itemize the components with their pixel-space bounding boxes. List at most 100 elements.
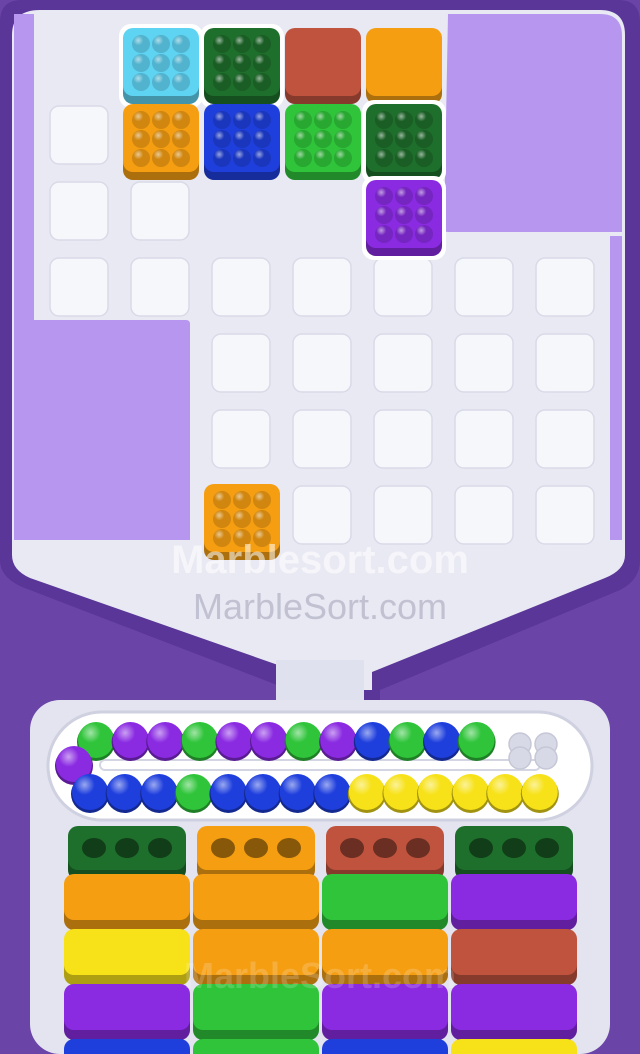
- board-slot[interactable]: [211, 257, 271, 317]
- block-marble-shine: [375, 111, 393, 129]
- bin-cup-hole: [406, 838, 430, 858]
- board-slot[interactable]: [535, 257, 595, 317]
- block-marble-shine: [253, 510, 271, 528]
- marble-shine: [320, 722, 357, 758]
- block-marble-shine: [233, 491, 251, 509]
- sorting-bin[interactable]: [193, 826, 319, 1054]
- marble-shine: [418, 774, 454, 810]
- block-marble-shine: [213, 54, 231, 72]
- cyan-marble-block[interactable]: [119, 24, 203, 108]
- block-marble-shine: [253, 73, 271, 91]
- block-marble-shine: [375, 187, 393, 205]
- block-marble-shine: [172, 130, 190, 148]
- dark-green-marble-block[interactable]: [200, 24, 284, 108]
- board-slot[interactable]: [373, 485, 433, 545]
- purple-tray: [64, 984, 190, 1030]
- bin-cup-hole: [277, 838, 301, 858]
- block-marble-shine: [132, 130, 150, 148]
- blue-marble-block[interactable]: [204, 104, 280, 180]
- board-slot[interactable]: [211, 409, 271, 469]
- marble-shine: [141, 774, 178, 810]
- block-marble-shine: [152, 111, 170, 129]
- block-marble-shine: [132, 73, 150, 91]
- sorting-bin[interactable]: [322, 826, 448, 1054]
- block-top: [285, 28, 361, 96]
- board-slot[interactable]: [49, 105, 109, 165]
- block-marble-shine: [253, 529, 271, 547]
- orange-marble-block[interactable]: [366, 28, 442, 104]
- block-marble-shine: [294, 130, 312, 148]
- block-marble-shine: [253, 54, 271, 72]
- board-slot[interactable]: [211, 333, 271, 393]
- block-marble-shine: [395, 111, 413, 129]
- sorting-bin[interactable]: [451, 826, 577, 1054]
- bin-cup-hole: [502, 838, 526, 858]
- block-marble-shine: [395, 225, 413, 243]
- marble-shine: [354, 722, 391, 758]
- brick-tray: [451, 929, 577, 975]
- block-marble-shine: [253, 149, 271, 167]
- board-slot[interactable]: [535, 333, 595, 393]
- brick-marble-block[interactable]: [285, 28, 361, 104]
- board-slot[interactable]: [292, 257, 352, 317]
- block-marble-shine: [375, 130, 393, 148]
- marble-shine: [285, 722, 322, 758]
- block-marble-shine: [233, 54, 251, 72]
- board-slot[interactable]: [292, 333, 352, 393]
- board-slot[interactable]: [130, 181, 190, 241]
- conveyor-divider: [99, 759, 541, 771]
- block-marble-shine: [152, 54, 170, 72]
- block-marble-shine: [253, 35, 271, 53]
- purple-tray: [322, 984, 448, 1030]
- dark-green-marble-block[interactable]: [362, 100, 446, 184]
- block-marble-shine: [395, 206, 413, 224]
- board-slot[interactable]: [373, 333, 433, 393]
- board-slot[interactable]: [535, 409, 595, 469]
- orange-marble-block[interactable]: [123, 104, 199, 180]
- board-slot[interactable]: [454, 409, 514, 469]
- block-marble-shine: [395, 149, 413, 167]
- block-marble-shine: [334, 130, 352, 148]
- board-slot[interactable]: [454, 257, 514, 317]
- board-slot[interactable]: [292, 485, 352, 545]
- board-slot[interactable]: [292, 409, 352, 469]
- block-marble-shine: [213, 73, 231, 91]
- marble-shine: [251, 722, 287, 758]
- board-slot[interactable]: [49, 257, 109, 317]
- bin-cup-hole: [148, 838, 172, 858]
- block-marble-shine: [172, 111, 190, 129]
- board-slot[interactable]: [373, 409, 433, 469]
- game-scene: [0, 0, 640, 1054]
- sorting-bin[interactable]: [64, 826, 190, 1054]
- board-slot[interactable]: [373, 257, 433, 317]
- orange-marble-block[interactable]: [204, 484, 280, 560]
- green-marble-block[interactable]: [285, 104, 361, 180]
- marble-shine: [72, 774, 108, 810]
- block-marble-shine: [294, 111, 312, 129]
- block-marble-shine: [395, 187, 413, 205]
- block-marble-shine: [132, 111, 150, 129]
- orange-tray: [322, 929, 448, 975]
- board-slot[interactable]: [130, 257, 190, 317]
- orange-tray: [193, 874, 319, 920]
- block-marble-shine: [334, 111, 352, 129]
- block-marble-shine: [233, 111, 251, 129]
- block-marble-shine: [172, 73, 190, 91]
- block-marble-shine: [233, 529, 251, 547]
- board-slot[interactable]: [454, 333, 514, 393]
- purple-marble-block[interactable]: [362, 176, 446, 260]
- board-slot[interactable]: [454, 485, 514, 545]
- board-slot[interactable]: [49, 181, 109, 241]
- marble-shine: [458, 722, 495, 758]
- wall-left: [14, 320, 190, 540]
- block-marble-shine: [375, 149, 393, 167]
- yellow-tray: [451, 1039, 577, 1054]
- bin-cup-hole: [340, 838, 364, 858]
- block-marble-shine: [132, 35, 150, 53]
- block-marble-shine: [213, 529, 231, 547]
- block-marble-shine: [213, 130, 231, 148]
- block-marble-shine: [213, 491, 231, 509]
- board-slot[interactable]: [535, 485, 595, 545]
- block-marble-shine: [415, 111, 433, 129]
- block-marble-shine: [334, 149, 352, 167]
